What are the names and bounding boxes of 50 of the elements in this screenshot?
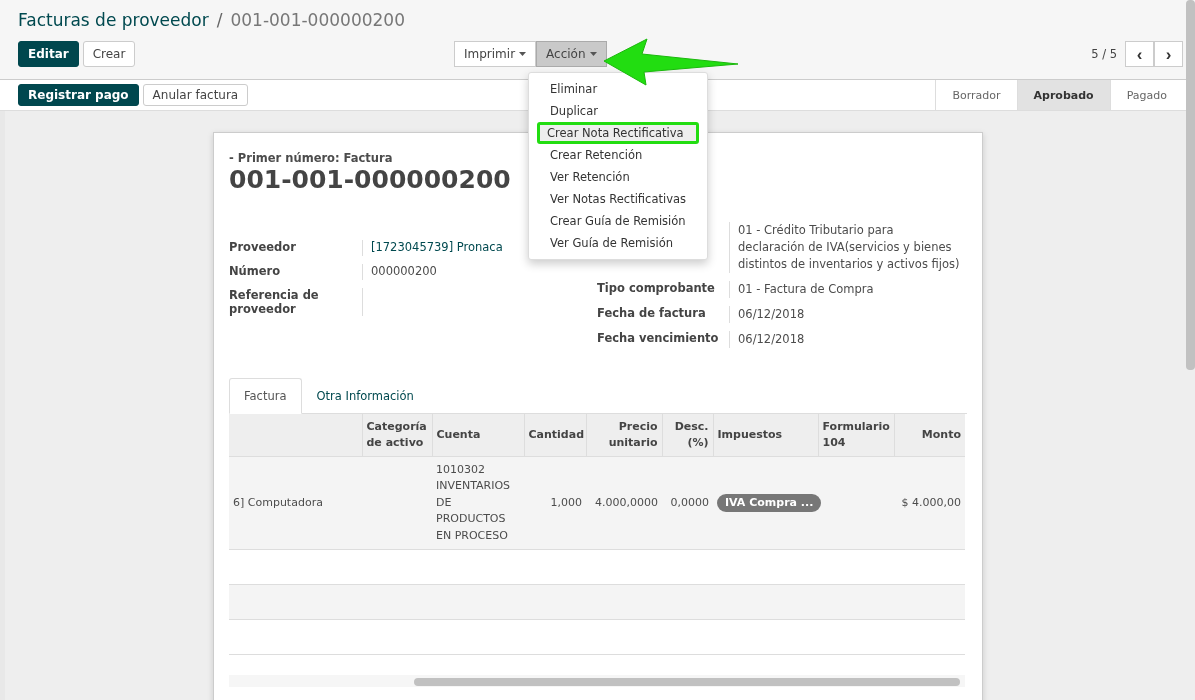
tab[interactable]: Factura [229,378,302,414]
register-payment-button[interactable]: Registrar pago [18,84,139,106]
next-button[interactable]: › [1154,41,1183,67]
menu-item[interactable]: Crear Nota Rectificativa [537,122,699,144]
menu-item[interactable]: Ver Retención [529,166,707,188]
table-cell-text: 1010302 INVENTARIOS DE PRODUCTOS EN PROCESO [436,461,512,544]
cancel-invoice-button[interactable]: Anular factura [142,84,249,106]
menu-item[interactable]: Eliminar [529,78,707,100]
vertical-scrollbar[interactable] [1186,0,1195,370]
tax-tag: IVA Compra ... [717,493,822,513]
table-cell: 1,000 [550,495,582,509]
field-label: Fecha de factura [597,306,706,320]
menu-item[interactable]: Ver Guía de Remisión [529,232,707,254]
status-stage[interactable]: Borrador [935,80,1017,110]
field-label: Tipo comprobante [597,281,715,295]
field-value: 06/12/2018 [738,307,805,321]
field-label: Proveedor [229,240,363,256]
dropdown-button[interactable]: Imprimir [454,41,537,67]
field-label: Número [229,264,363,280]
menu-item[interactable]: Crear Guía de Remisión [529,210,707,232]
table-cell: 0,0000 [670,495,709,509]
menu-item[interactable]: Crear Retención [529,144,707,166]
field-label: Referencia de proveedor [229,288,363,316]
caret-icon [589,52,597,56]
record-title: 001-001-000000200 [230,10,405,30]
field-value: 01 - Factura de Compra [738,282,874,296]
dropdown-button[interactable]: Acción [536,41,607,67]
field-value: 06/12/2018 [738,332,805,346]
horizontal-scrollbar[interactable] [414,678,960,686]
edit-button[interactable]: Editar [18,41,79,67]
menu-item[interactable]: Duplicar [529,100,707,122]
form-subtitle: - Primer número: Factura [229,151,393,165]
status-stage[interactable]: Aprobado [1016,80,1110,110]
previous-button[interactable]: ‹ [1125,41,1154,67]
field-value: 000000200 [371,264,437,278]
invoice-number-heading: 001-001-000000200 [229,165,511,194]
create-button[interactable]: Crear [82,41,136,67]
menu-item[interactable]: Ver Notas Rectificativas [529,188,707,210]
breadcrumb-separator: / [216,10,223,30]
tab[interactable]: Otra Información [301,378,429,414]
supplier-link[interactable]: [1723045739] Pronaca [371,240,503,254]
table-cell: 6] Computadora [233,495,323,509]
status-stage[interactable]: Pagado [1109,80,1183,110]
table-cell: 4.000,0000 [595,495,658,509]
pager-value: 5 / 5 [1091,47,1117,61]
field-label: Fecha vencimiento [597,331,719,345]
caret-icon [519,52,527,56]
field-value: 01 - Crédito Tributario para declaración de IVA(servicios y bienes distintos de inventarios y activos fijos) [738,223,960,271]
table-cell: $ 4.000,00 [901,495,961,509]
breadcrumb-link[interactable]: Facturas de proveedor [18,10,209,30]
